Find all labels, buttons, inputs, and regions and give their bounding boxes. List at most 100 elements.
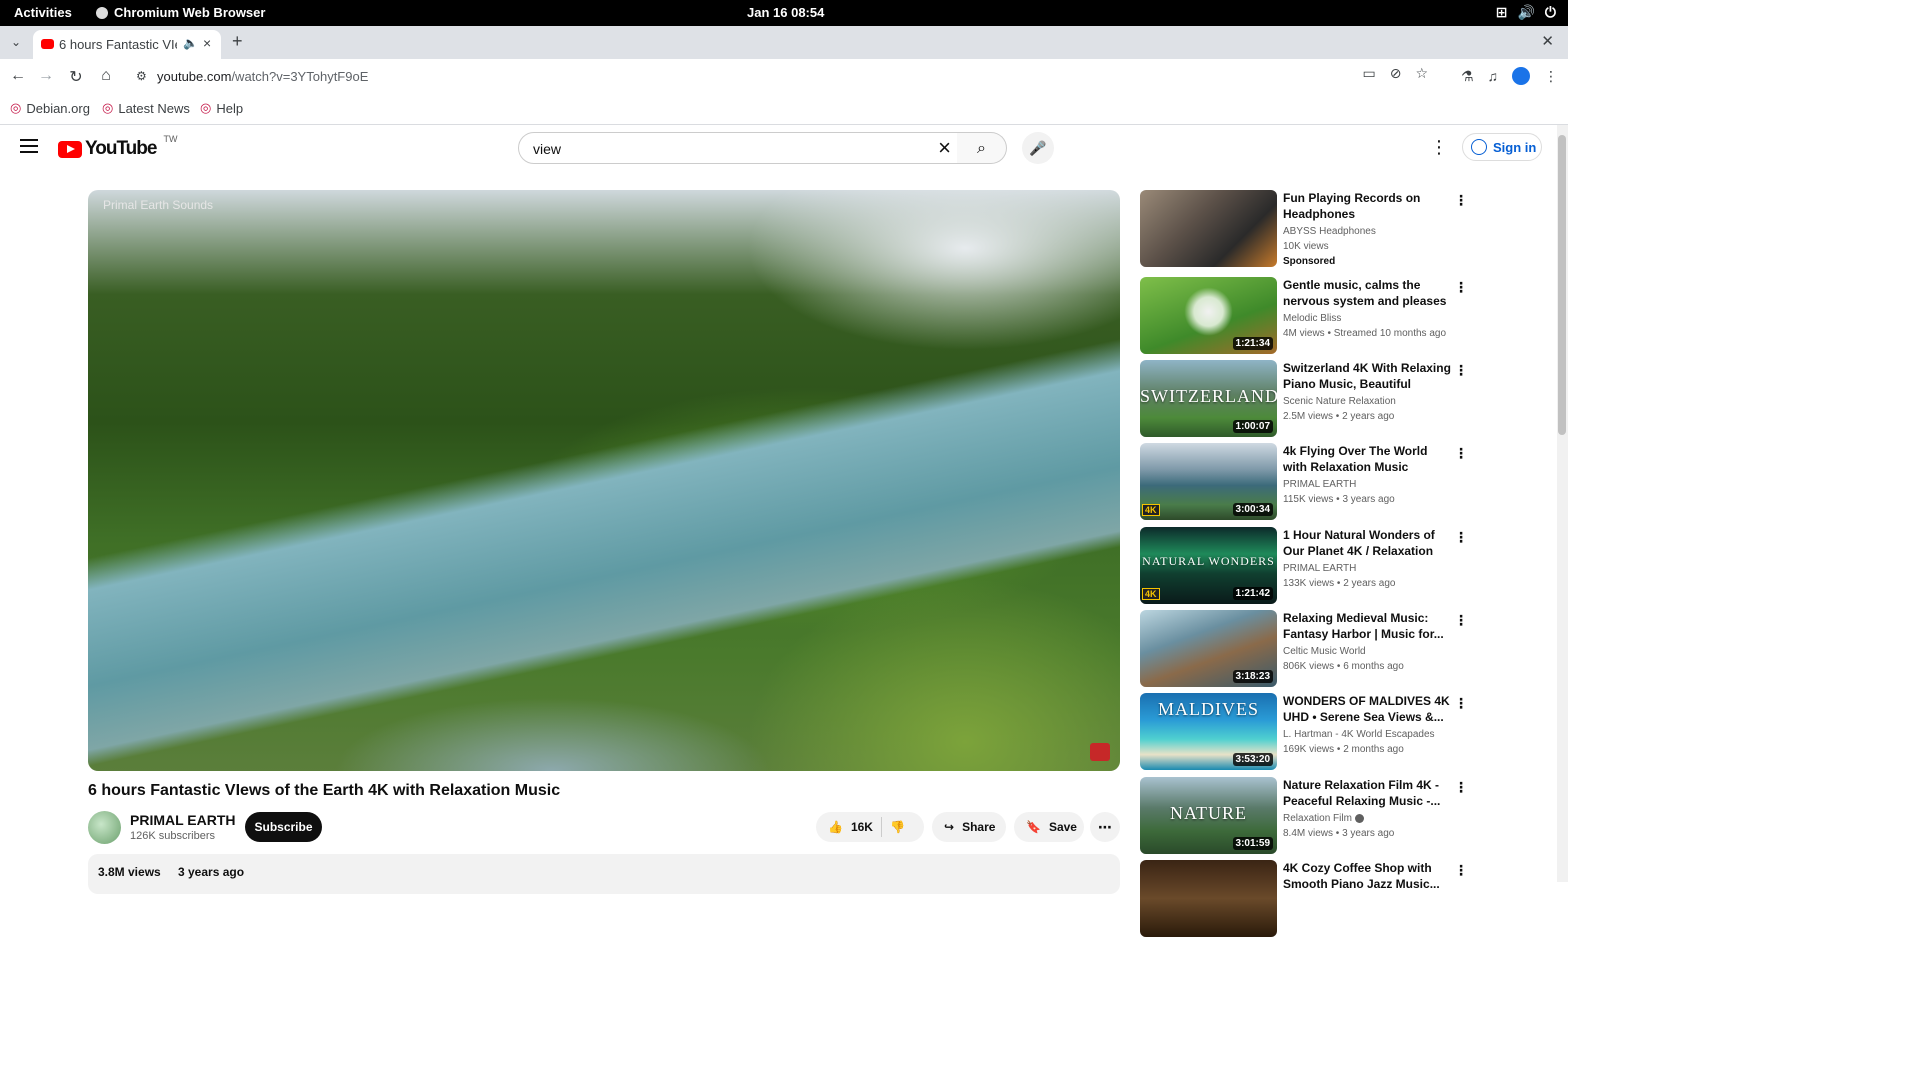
bookmark-debian[interactable]: ◎ Debian.org — [10, 100, 90, 116]
recommendation-channel[interactable]: Melodic Bliss — [1283, 313, 1341, 324]
video-thumbnail[interactable]: NATURE 3:01:59 — [1140, 777, 1277, 854]
bookmarks-bar: ◎ Debian.org ◎ Latest News ◎ Help — [0, 95, 1568, 125]
channel-avatar[interactable] — [88, 811, 121, 844]
bookmark-star-icon[interactable]: ☆ — [1415, 65, 1428, 82]
recommendation-item[interactable]: 3:18:23 Relaxing Medieval Music: Fantasy… — [1140, 610, 1470, 688]
recommendation-item[interactable]: 1:21:34 Gentle music, calms the nervous … — [1140, 277, 1470, 355]
reload-icon[interactable]: ↻ — [66, 67, 86, 87]
forward-icon[interactable]: → — [36, 67, 56, 85]
item-menu-icon[interactable]: ⋮ — [1454, 279, 1468, 296]
video-thumbnail[interactable]: MALDIVES 3:53:20 — [1140, 693, 1277, 770]
item-menu-icon[interactable]: ⋮ — [1454, 779, 1468, 796]
recommendation-item[interactable]: SWITZERLAND 1:00:07 Switzerland 4K With … — [1140, 360, 1470, 438]
bookmark-help[interactable]: ◎ Help — [200, 100, 243, 116]
labs-icon[interactable]: ⚗ — [1461, 68, 1474, 85]
channel-branding-icon[interactable] — [1090, 743, 1110, 761]
recommendation-item[interactable]: NATURAL WONDERS 4K 1:21:42 1 Hour Natura… — [1140, 527, 1470, 605]
browser-menu-icon[interactable]: ⋮ — [1544, 68, 1558, 85]
recommendation-channel[interactable]: PRIMAL EARTH — [1283, 563, 1356, 574]
recommendation-title[interactable]: Gentle music, calms the nervous system a… — [1283, 277, 1451, 309]
network-icon: ⊞ — [1495, 4, 1508, 20]
address-bar[interactable]: ⚙ youtube.com/watch?v=3YTohytF9oE — [126, 63, 1440, 91]
video-thumbnail[interactable] — [1140, 860, 1277, 937]
guide-menu-icon[interactable] — [20, 139, 38, 157]
clock[interactable]: Jan 16 08:54 — [747, 5, 824, 20]
voice-search-button[interactable]: 🎤 — [1022, 132, 1054, 164]
item-menu-icon[interactable]: ⋮ — [1454, 529, 1468, 546]
like-icon[interactable]: 👍 — [828, 820, 843, 834]
item-menu-icon[interactable]: ⋮ — [1454, 192, 1468, 209]
search-input[interactable] — [531, 137, 915, 161]
recommendation-channel[interactable]: L. Hartman - 4K World Escapades — [1283, 729, 1435, 740]
video-thumbnail[interactable]: NATURAL WONDERS 4K 1:21:42 — [1140, 527, 1277, 604]
bookmark-latest-news[interactable]: ◎ Latest News — [102, 100, 190, 116]
back-icon[interactable]: ← — [8, 67, 28, 85]
channel-name[interactable]: PRIMAL EARTH — [130, 812, 236, 828]
video-thumbnail[interactable]: 4K 3:00:34 — [1140, 443, 1277, 520]
active-tab[interactable]: 6 hours Fantastic VIews 🔈 × — [33, 30, 221, 59]
recommendation-channel[interactable]: ABYSS Headphones — [1283, 226, 1376, 237]
youtube-logo[interactable]: YouTube TW — [58, 134, 177, 160]
recommendation-title[interactable]: Relaxing Medieval Music: Fantasy Harbor … — [1283, 610, 1451, 642]
recommendation-title[interactable]: 1 Hour Natural Wonders of Our Planet 4K … — [1283, 527, 1451, 559]
new-tab-button[interactable]: + — [232, 31, 243, 52]
recommendation-title[interactable]: 4k Flying Over The World with Relaxation… — [1283, 443, 1451, 475]
like-count[interactable]: 16K — [851, 820, 873, 834]
share-button[interactable]: ↪ Share — [932, 812, 1006, 842]
item-menu-icon[interactable]: ⋮ — [1454, 862, 1468, 879]
dislike-icon[interactable]: 👎 — [890, 820, 905, 834]
tab-close-icon[interactable]: × — [203, 35, 211, 51]
recommendation-item[interactable]: 4K 3:00:34 4k Flying Over The World with… — [1140, 443, 1470, 521]
search-button[interactable]: ⌕ — [957, 132, 1007, 164]
sign-in-button[interactable]: Sign in — [1462, 133, 1542, 161]
recommendation-item[interactable]: Fun Playing Records on Headphones ABYSS … — [1140, 190, 1470, 268]
recommendation-title[interactable]: Nature Relaxation Film 4K - Peaceful Rel… — [1283, 777, 1451, 809]
item-menu-icon[interactable]: ⋮ — [1454, 612, 1468, 629]
window-close-button[interactable]: ✕ — [1541, 32, 1554, 50]
settings-more-icon[interactable]: ⋮ — [1430, 137, 1448, 158]
description-box[interactable]: 3.8M views 3 years ago — [88, 854, 1120, 894]
app-menu[interactable]: Chromium Web Browser — [96, 5, 265, 20]
item-menu-icon[interactable]: ⋮ — [1454, 445, 1468, 462]
tracking-blocked-icon[interactable]: ⊘ — [1390, 65, 1402, 82]
recommendation-title[interactable]: WONDERS OF MALDIVES 4K UHD • Serene Sea … — [1283, 693, 1451, 725]
recommendation-title[interactable]: 4K Cozy Coffee Shop with Smooth Piano Ja… — [1283, 860, 1451, 892]
thumbnail-text: NATURAL WONDERS — [1142, 554, 1275, 568]
subscribe-button[interactable]: Subscribe — [245, 812, 322, 842]
recommendation-title[interactable]: Fun Playing Records on Headphones — [1283, 190, 1451, 222]
youtube-favicon-icon — [41, 39, 54, 49]
video-duration: 1:00:07 — [1232, 420, 1273, 433]
video-player[interactable]: Primal Earth Sounds — [88, 190, 1120, 771]
recommendation-channel[interactable]: Celtic Music World — [1283, 646, 1366, 657]
page-scrollbar[interactable] — [1557, 125, 1568, 882]
install-app-icon[interactable]: ▭ — [1362, 65, 1375, 82]
site-info-icon[interactable]: ⚙ — [136, 69, 147, 83]
home-icon[interactable]: ⌂ — [96, 67, 116, 85]
recommendation-channel[interactable]: Relaxation Film — [1283, 813, 1364, 824]
item-menu-icon[interactable]: ⋮ — [1454, 695, 1468, 712]
profile-avatar-icon[interactable] — [1512, 67, 1530, 85]
video-thumbnail[interactable] — [1140, 190, 1277, 267]
search-box[interactable]: × — [518, 132, 958, 164]
clear-search-icon[interactable]: × — [938, 135, 951, 161]
recommendation-item[interactable]: MALDIVES 3:53:20 WONDERS OF MALDIVES 4K … — [1140, 693, 1470, 771]
video-thumbnail[interactable]: 3:18:23 — [1140, 610, 1277, 687]
recommendation-item[interactable]: 4K Cozy Coffee Shop with Smooth Piano Ja… — [1140, 860, 1470, 938]
video-thumbnail[interactable]: 1:21:34 — [1140, 277, 1277, 354]
recommendation-channel[interactable]: PRIMAL EARTH — [1283, 479, 1356, 490]
item-menu-icon[interactable]: ⋮ — [1454, 362, 1468, 379]
system-tray[interactable]: ⊞ 🔊 ⏻ — [1496, 4, 1556, 21]
video-thumbnail[interactable]: SWITZERLAND 1:00:07 — [1140, 360, 1277, 437]
scrollbar-thumb[interactable] — [1558, 135, 1566, 435]
like-dislike-group: 👍 16K 👎 — [816, 812, 924, 842]
recommendation-title[interactable]: Switzerland 4K With Relaxing Piano Music… — [1283, 360, 1451, 392]
audio-playing-icon[interactable]: 🔈 — [183, 36, 198, 50]
url-text[interactable]: youtube.com/watch?v=3YTohytF9oE — [157, 69, 368, 84]
recommendation-item[interactable]: NATURE 3:01:59 Nature Relaxation Film 4K… — [1140, 777, 1470, 855]
save-button[interactable]: 🔖 Save — [1014, 812, 1084, 842]
recommendation-channel[interactable]: Scenic Nature Relaxation — [1283, 396, 1396, 407]
more-actions-button[interactable]: ⋯ — [1090, 812, 1120, 842]
activities-button[interactable]: Activities — [14, 5, 72, 20]
media-controls-icon[interactable]: ♫ — [1488, 68, 1499, 84]
tab-search-icon[interactable]: ⌄ — [6, 32, 26, 52]
